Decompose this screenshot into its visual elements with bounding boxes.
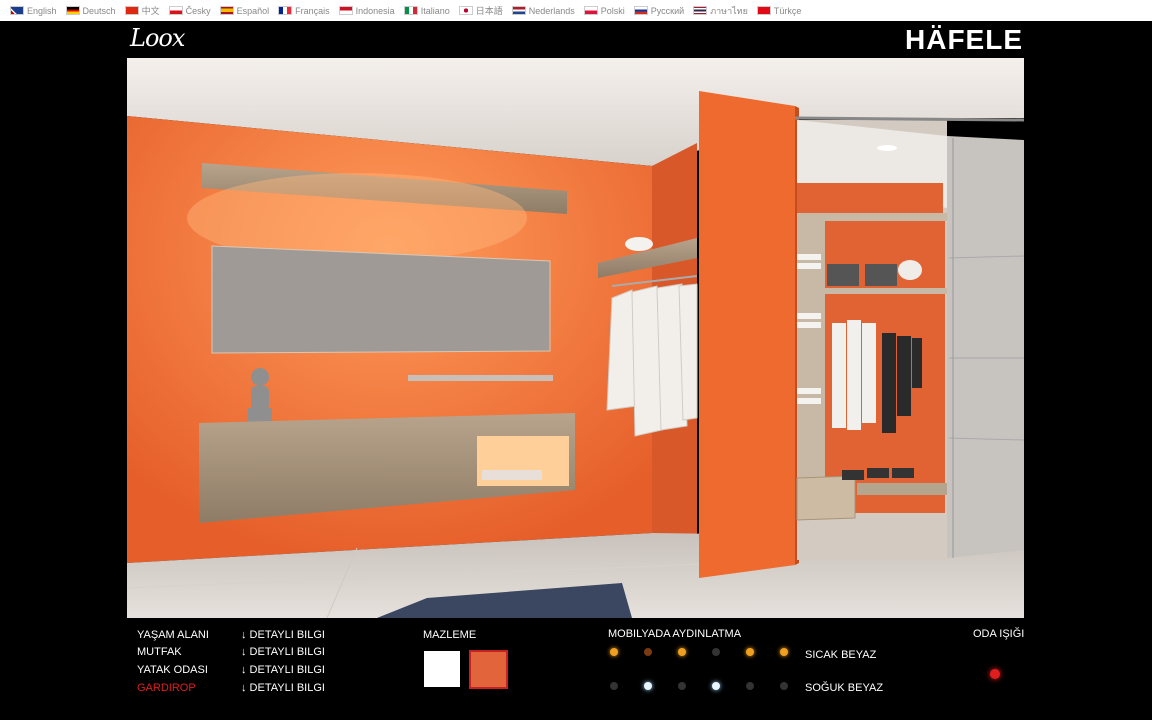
language-link[interactable]: Русский	[633, 5, 685, 16]
language-link[interactable]: Français	[278, 6, 330, 16]
turkey-flag-icon	[756, 6, 771, 15]
lighting-title: MOBILYADA AYDINLATMA	[608, 628, 742, 640]
warm-light-dot[interactable]	[610, 648, 618, 656]
language-label: Türkçe	[773, 5, 802, 16]
language-label: 中文	[141, 6, 160, 16]
language-link[interactable]: Nederlands	[511, 5, 575, 16]
room-link[interactable]: MUTFAK	[137, 646, 182, 658]
orange-swatch[interactable]	[469, 650, 508, 689]
cool-light-dot[interactable]	[780, 682, 788, 690]
italy-flag-icon	[403, 6, 418, 15]
france-flag-icon	[278, 6, 293, 15]
language-label: Deutsch	[82, 5, 116, 16]
language-label: Русский	[650, 5, 685, 16]
white-swatch[interactable]	[424, 651, 460, 687]
czech-flag-icon	[168, 6, 183, 15]
room-link[interactable]: YATAK ODASI	[137, 664, 208, 676]
language-link[interactable]: Deutsch	[65, 5, 116, 16]
detail-info-link[interactable]: ↓ DETAYLI BILGI	[241, 646, 325, 658]
uk-flag-icon	[10, 6, 24, 15]
language-label: Nederlands	[528, 5, 575, 16]
japan-flag-icon	[458, 6, 473, 15]
language-label: ภาษาไทย	[710, 5, 748, 16]
detail-info-link[interactable]: ↓ DETAYLI BILGI	[241, 664, 325, 676]
cool-white-label: SOĞUK BEYAZ	[805, 682, 884, 694]
language-label: Français	[295, 5, 330, 16]
cool-light-dot[interactable]	[610, 682, 618, 690]
language-label: Česky	[185, 5, 211, 16]
language-label: Español	[236, 5, 270, 16]
detail-info-link[interactable]: ↓ DETAYLI BILGI	[241, 682, 325, 694]
indonesia-flag-icon	[338, 6, 353, 15]
warm-light-dot[interactable]	[780, 648, 788, 656]
language-link[interactable]: Italiano	[403, 5, 450, 16]
hafele-logo: HÄFELE	[905, 24, 1023, 55]
room-link[interactable]: YAŞAM ALANI	[137, 629, 209, 641]
netherlands-flag-icon	[511, 6, 526, 15]
language-link[interactable]: Polski	[583, 5, 625, 16]
language-link[interactable]: Español	[219, 5, 270, 16]
language-label: Italiano	[420, 5, 450, 16]
poland-flag-icon	[583, 6, 598, 15]
germany-flag-icon	[65, 6, 80, 15]
spain-flag-icon	[219, 6, 234, 15]
language-bar: English Deutsch 中文 Česky Español Français Indo…	[0, 0, 1152, 21]
language-label: 日本語	[475, 6, 503, 16]
warm-light-dot[interactable]	[644, 648, 652, 656]
china-flag-icon	[124, 6, 139, 15]
warm-light-dot[interactable]	[746, 648, 754, 656]
warm-light-dot[interactable]	[678, 648, 686, 656]
warm-light-dot[interactable]	[712, 648, 720, 656]
language-link[interactable]: Indonesia	[338, 5, 395, 16]
language-link[interactable]: 日本語	[458, 4, 503, 17]
language-link[interactable]: 中文	[124, 4, 160, 17]
cool-light-dot[interactable]	[746, 682, 754, 690]
cool-light-dot[interactable]	[644, 682, 652, 690]
wardrobe-room-illustration	[127, 58, 1024, 618]
control-panel: YAŞAM ALANI ↓ DETAYLI BILGI MUTFAK ↓ DETAYL…	[0, 620, 1152, 720]
room-light-toggle[interactable]	[990, 669, 1000, 679]
russia-flag-icon	[633, 6, 648, 15]
language-label: Polski	[600, 5, 625, 16]
cool-light-dot[interactable]	[712, 682, 720, 690]
room-light-title: ODA IŞIĞI	[973, 628, 1025, 640]
warm-white-label: SICAK BEYAZ	[805, 649, 877, 661]
thailand-flag-icon	[693, 6, 708, 15]
language-link[interactable]: Česky	[168, 5, 211, 16]
room-render	[127, 58, 1024, 618]
language-link[interactable]: ภาษาไทย	[693, 4, 748, 18]
loox-logo: Loox	[130, 24, 185, 52]
material-title: MAZLEME	[423, 629, 477, 641]
detail-info-link[interactable]: ↓ DETAYLI BILGI	[241, 629, 325, 641]
language-link[interactable]: Türkçe	[756, 5, 802, 16]
language-label: Indonesia	[355, 5, 395, 16]
cool-light-dot[interactable]	[678, 682, 686, 690]
language-link[interactable]: English	[10, 6, 57, 16]
language-label: English	[27, 5, 57, 16]
room-link[interactable]: GARDIROP	[137, 682, 196, 694]
